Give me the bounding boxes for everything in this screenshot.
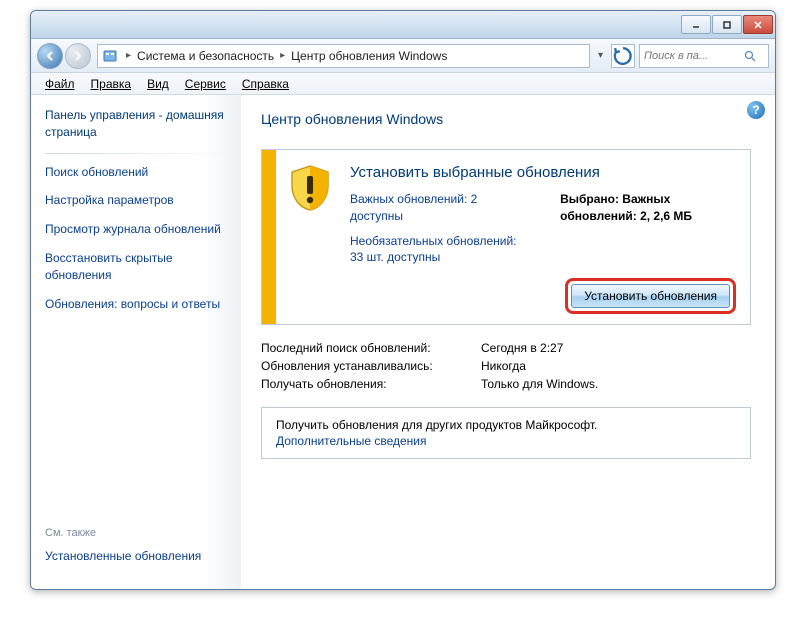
info-value-receive: Только для Windows. xyxy=(481,377,598,391)
sidebar-installed-updates[interactable]: Установленные обновления xyxy=(45,549,201,563)
info-value-installed: Никогда xyxy=(481,359,526,373)
update-panel: Установить выбранные обновления Важных о… xyxy=(261,149,751,325)
breadcrumb-system-security[interactable]: Система и безопасность xyxy=(135,49,276,63)
sidebar-item-restore[interactable]: Восстановить скрытые обновления xyxy=(45,250,231,284)
control-panel-icon xyxy=(102,48,118,64)
body: Панель управления - домашняя страница По… xyxy=(31,95,775,589)
back-button[interactable] xyxy=(37,43,63,69)
sidebar-item-history[interactable]: Просмотр журнала обновлений xyxy=(45,221,231,238)
highlight-ring: Установить обновления xyxy=(565,278,736,314)
search-input[interactable] xyxy=(644,50,744,62)
info-label-receive: Получать обновления: xyxy=(261,377,481,391)
sidebar-item-faq[interactable]: Обновления: вопросы и ответы xyxy=(45,296,231,313)
forward-button xyxy=(65,43,91,69)
menubar: Файл Правка Вид Сервис Справка xyxy=(31,73,775,95)
menu-help[interactable]: Справка xyxy=(234,77,297,91)
breadcrumb-windows-update[interactable]: Центр обновления Windows xyxy=(289,49,449,63)
minimize-button[interactable] xyxy=(681,15,711,34)
info-row: Обновления устанавливались: Никогда xyxy=(261,359,751,373)
see-also-label: См. также xyxy=(45,527,96,539)
install-updates-button[interactable]: Установить обновления xyxy=(571,284,730,308)
chevron-right-icon: ▸ xyxy=(122,50,135,61)
titlebar xyxy=(31,11,775,39)
close-button[interactable] xyxy=(743,15,773,34)
info-section: Последний поиск обновлений: Сегодня в 2:… xyxy=(261,341,751,391)
info-value-last-check: Сегодня в 2:27 xyxy=(481,341,563,355)
sidebar-item-settings[interactable]: Настройка параметров xyxy=(45,192,231,209)
menu-edit[interactable]: Правка xyxy=(83,77,140,91)
info-label-last-check: Последний поиск обновлений: xyxy=(261,341,481,355)
search-icon xyxy=(744,50,756,62)
selected-summary: Выбрано: Важных обновлений: 2, 2,6 МБ xyxy=(560,191,732,225)
maximize-button[interactable] xyxy=(712,15,742,34)
separator xyxy=(45,153,231,154)
sidebar: Панель управления - домашняя страница По… xyxy=(31,95,241,589)
promo-panel: Получить обновления для других продуктов… xyxy=(261,407,751,459)
breadcrumb[interactable]: ▸ Система и безопасность ▸ Центр обновле… xyxy=(97,44,590,68)
info-row: Получать обновления: Только для Windows. xyxy=(261,377,751,391)
help-icon[interactable]: ? xyxy=(747,101,765,119)
promo-link[interactable]: Дополнительные сведения xyxy=(276,434,736,448)
chevron-right-icon: ▸ xyxy=(276,50,289,61)
promo-text: Получить обновления для других продуктов… xyxy=(276,418,736,432)
info-label-installed: Обновления устанавливались: xyxy=(261,359,481,373)
status-stripe xyxy=(262,150,276,324)
sidebar-item-check[interactable]: Поиск обновлений xyxy=(45,164,231,181)
navbar: ▸ Система и безопасность ▸ Центр обновле… xyxy=(31,39,775,73)
refresh-button[interactable] xyxy=(611,44,635,68)
content: ? Центр обновления Windows Установить вы… xyxy=(241,95,775,589)
window: ▸ Система и безопасность ▸ Центр обновле… xyxy=(30,10,776,590)
chevron-down-icon[interactable]: ▾ xyxy=(594,50,607,61)
page-title: Центр обновления Windows xyxy=(261,111,751,127)
menu-tools[interactable]: Сервис xyxy=(177,77,234,91)
optional-updates-link[interactable]: Необязательных обновлений: 33 шт. доступ… xyxy=(350,233,532,267)
menu-view[interactable]: Вид xyxy=(139,77,177,91)
important-updates-link[interactable]: Важных обновлений: 2 доступны xyxy=(350,191,532,225)
shield-warning-icon xyxy=(288,164,332,212)
sidebar-home[interactable]: Панель управления - домашняя страница xyxy=(45,107,231,141)
search-box[interactable] xyxy=(639,44,769,68)
menu-file[interactable]: Файл xyxy=(37,77,83,91)
info-row: Последний поиск обновлений: Сегодня в 2:… xyxy=(261,341,751,355)
update-box-title: Установить выбранные обновления xyxy=(350,164,732,181)
